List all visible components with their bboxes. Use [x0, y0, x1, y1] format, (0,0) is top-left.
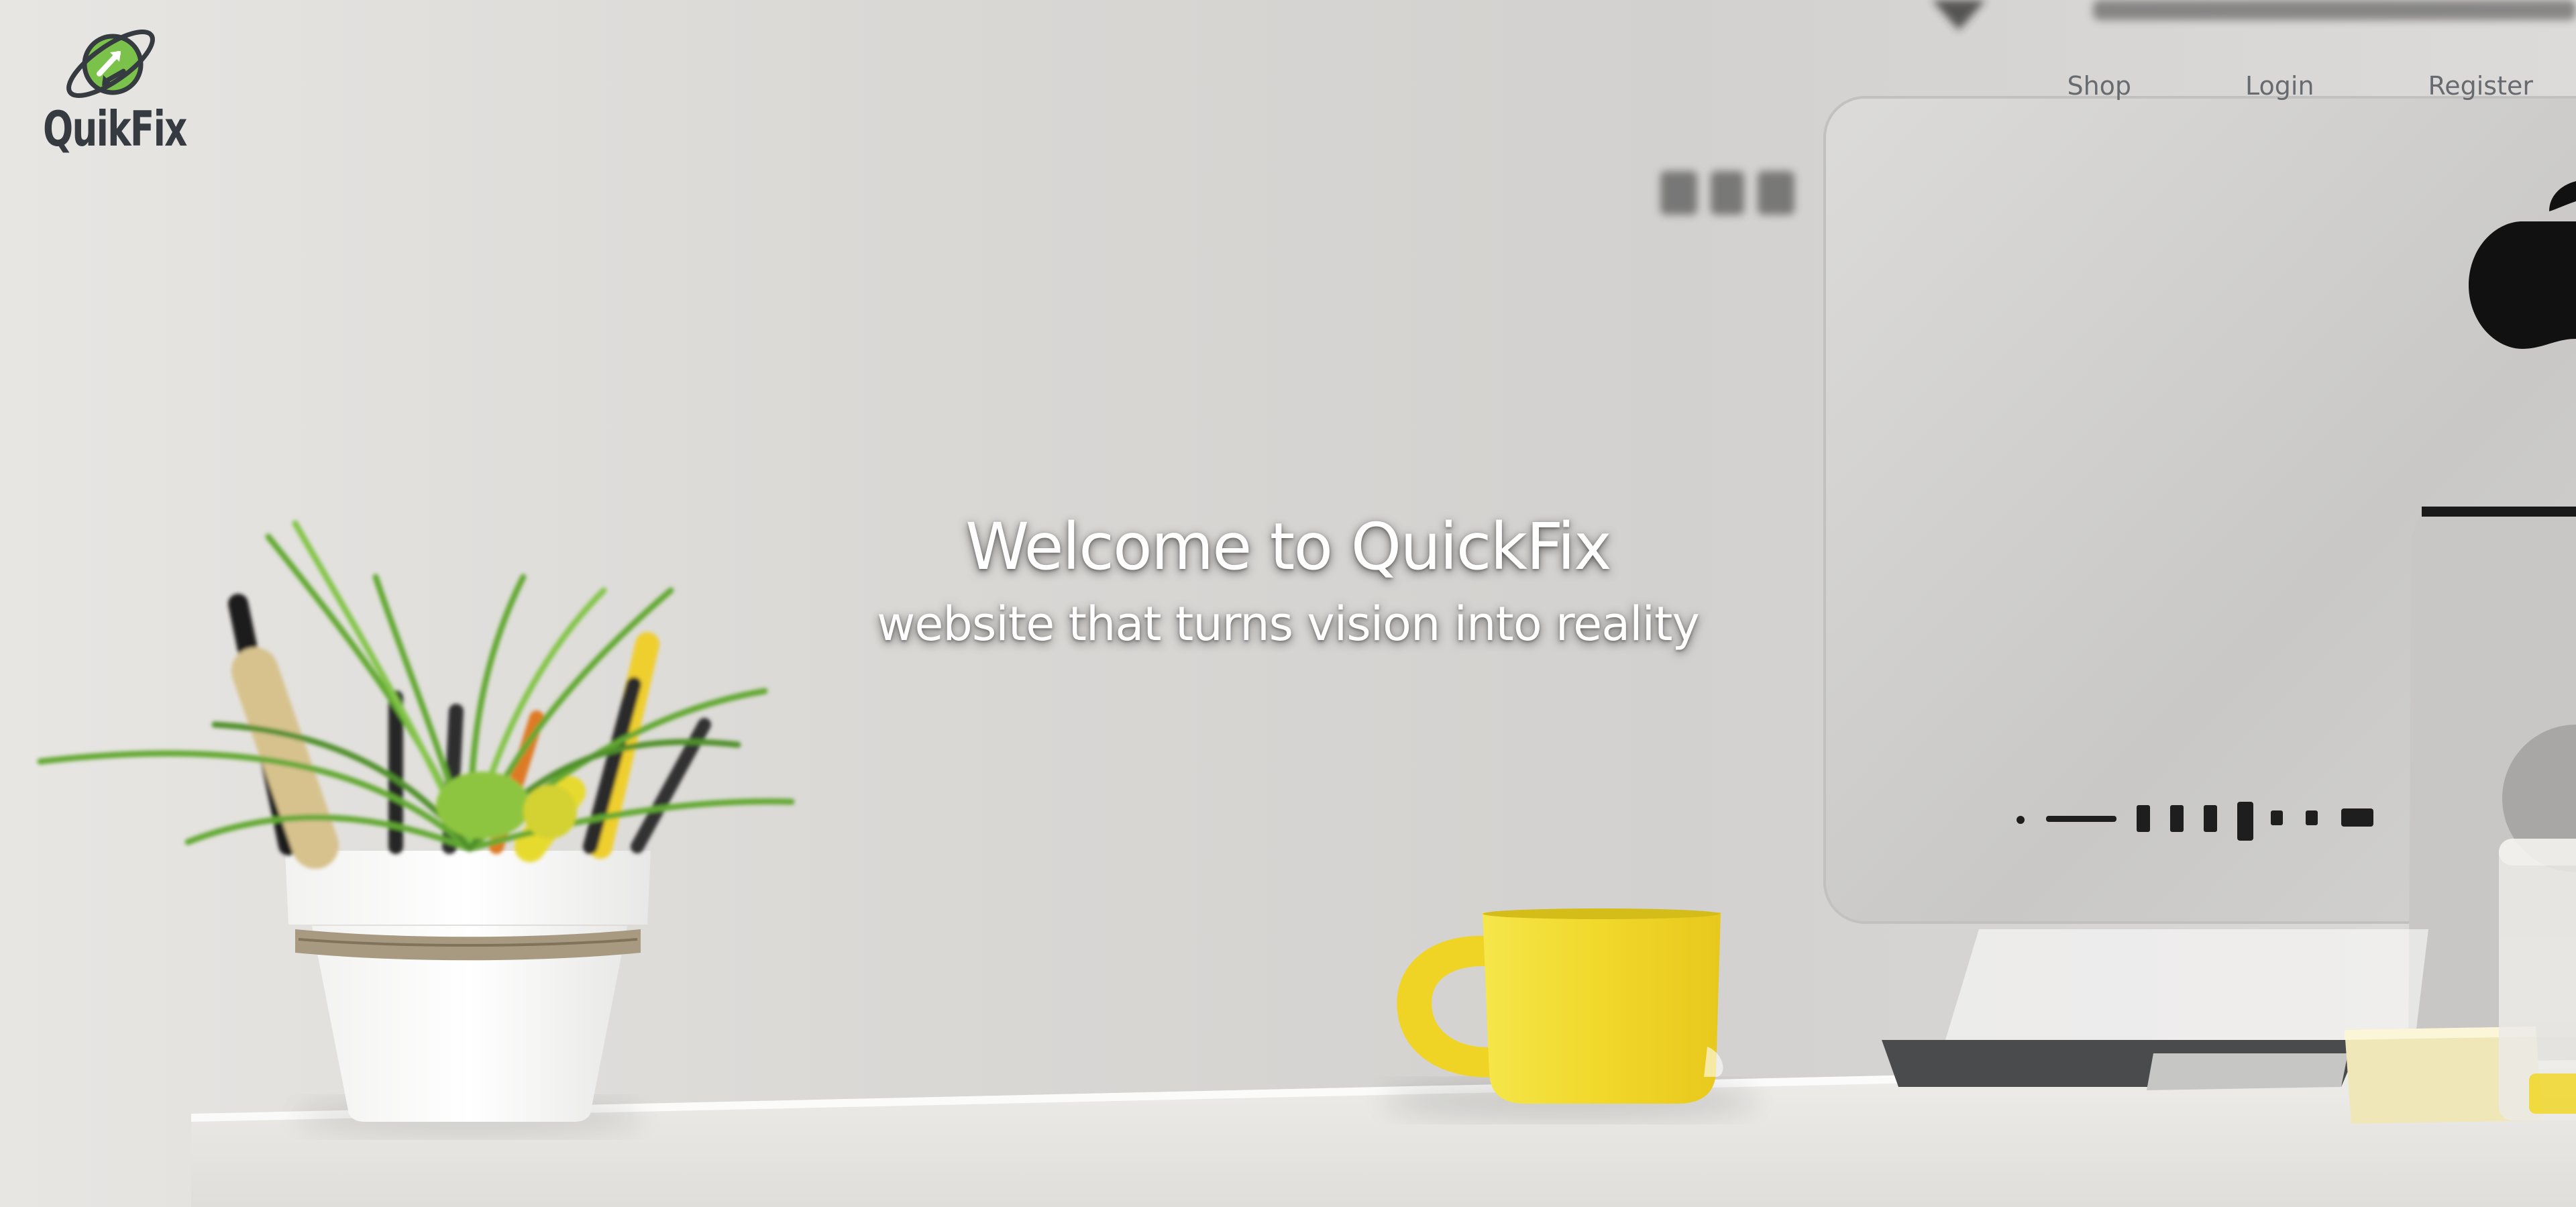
brand-name: QuikFix — [43, 101, 187, 157]
hero-subtitle: website that turns vision into reality — [877, 596, 1700, 651]
hero-text-block: Welcome to QuickFix website that turns v… — [0, 503, 2576, 658]
main-nav: Shop Login Register — [2067, 67, 2533, 105]
hero-title: Welcome to QuickFix — [965, 509, 1612, 584]
nav-register-link[interactable]: Register — [2428, 67, 2533, 105]
nav-login-link[interactable]: Login — [2245, 67, 2314, 105]
planet-arrows-icon — [66, 30, 155, 98]
nav-shop-link[interactable]: Shop — [2067, 67, 2131, 105]
brand-logo[interactable]: QuikFix — [43, 27, 187, 161]
hero-section: QuikFix Shop Login Register Welcome to Q… — [0, 0, 2576, 1207]
